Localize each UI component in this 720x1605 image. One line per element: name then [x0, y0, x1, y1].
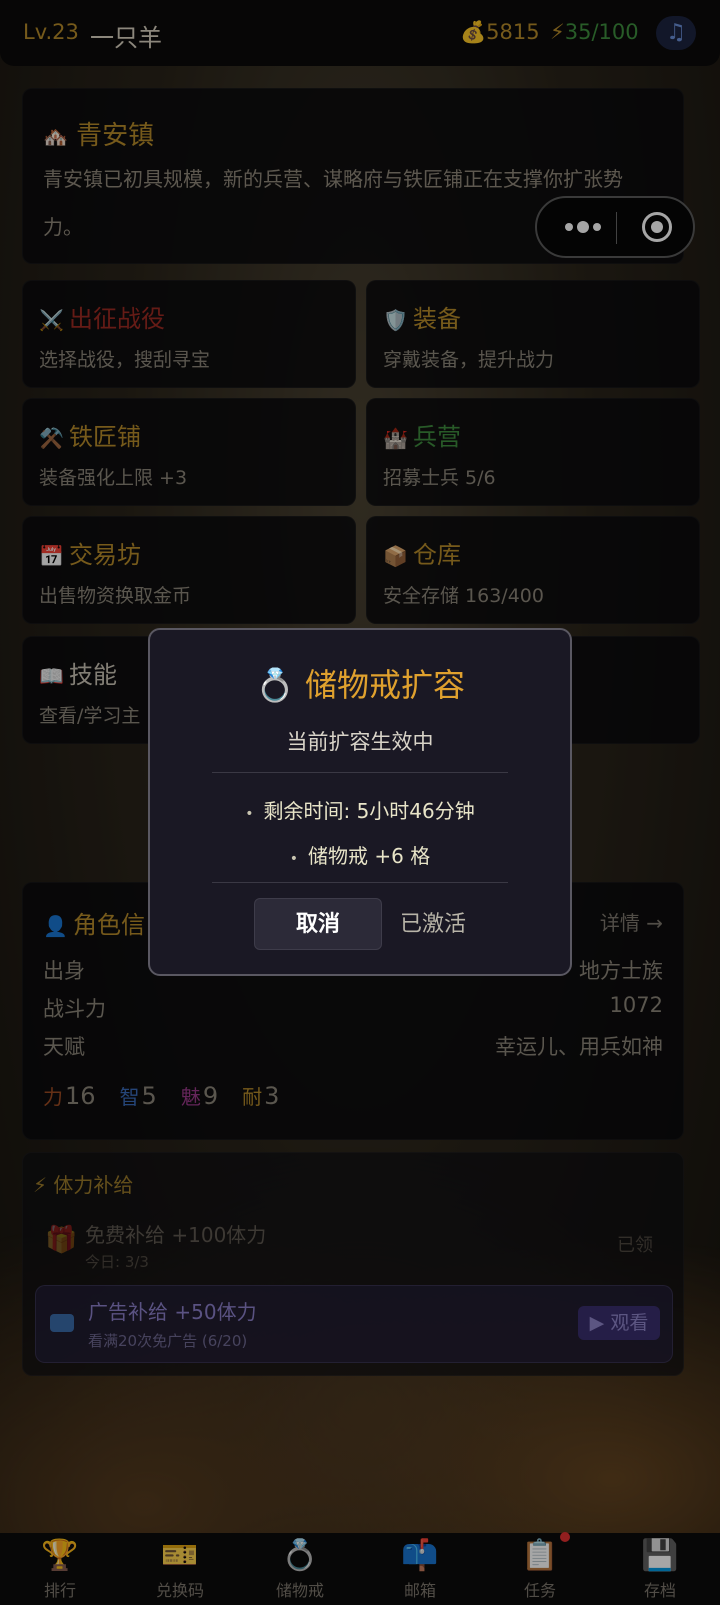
storage-ring-dialog: 💍 储物戒扩容 当前扩容生效中 • 剩余时间: 5小时46分钟 • 储物戒 +6 格… [148, 628, 572, 976]
list-item: • 剩余时间: 5小时46分钟 [245, 799, 475, 823]
dialog-subtitle: 当前扩容生效中 [286, 730, 434, 754]
activated-status: 已激活 [400, 912, 467, 937]
list-item: • 储物戒 +6 格 [289, 844, 431, 868]
dialog-title: 💍 储物戒扩容 [254, 666, 466, 704]
dialog-info-list: • 剩余时间: 5小时46分钟 • 储物戒 +6 格 [150, 790, 570, 880]
bullet-icon: • [245, 806, 254, 822]
dialog-divider-bottom [212, 882, 508, 883]
dialog-divider-top [212, 772, 508, 773]
cancel-button[interactable]: 取消 [254, 898, 382, 950]
bullet-icon: • [289, 851, 299, 867]
